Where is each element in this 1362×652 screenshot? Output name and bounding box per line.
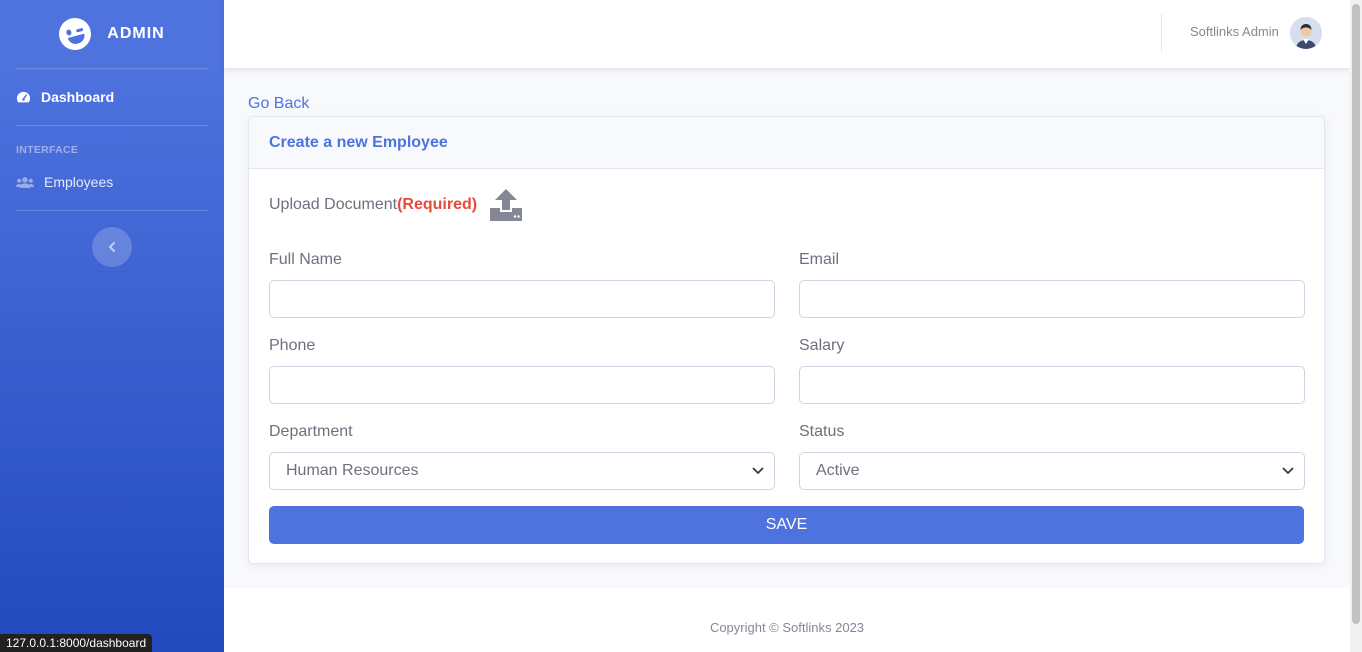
- brand-name: ADMIN: [107, 25, 165, 42]
- card-title: Create a new Employee: [249, 117, 1324, 169]
- create-employee-card: Create a new Employee Upload Document (R…: [248, 116, 1325, 564]
- salary-input[interactable]: [799, 366, 1305, 404]
- chevron-down-icon: [752, 467, 764, 474]
- sidebar-item-label: Employees: [44, 174, 114, 190]
- topbar-divider: [1161, 14, 1162, 52]
- sidebar-divider: [16, 210, 208, 211]
- browser-status-url: 127.0.0.1:8000/dashboard: [0, 634, 153, 652]
- go-back-link[interactable]: Go Back: [248, 95, 309, 113]
- phone-input[interactable]: [269, 366, 775, 404]
- full-name-input[interactable]: [269, 280, 775, 318]
- required-badge: (Required): [397, 196, 478, 213]
- upload-row: Upload Document (Required): [269, 189, 523, 221]
- sidebar-item-dashboard[interactable]: Dashboard: [0, 69, 224, 125]
- full-name-label: Full Name: [269, 251, 342, 268]
- chevron-down-icon: [1282, 467, 1294, 474]
- avatar[interactable]: [1290, 17, 1322, 49]
- department-select[interactable]: Human Resources: [269, 452, 775, 490]
- laugh-wink-icon: [55, 14, 95, 54]
- sidebar: ADMIN Dashboard INTERFACE Employees: [0, 0, 224, 652]
- scrollbar[interactable]: [1350, 0, 1362, 652]
- status-select[interactable]: Active: [799, 452, 1305, 490]
- sidebar-heading: INTERFACE: [16, 144, 79, 156]
- salary-label: Salary: [799, 337, 845, 354]
- tachometer-icon: [16, 91, 31, 102]
- sidebar-item-employees[interactable]: Employees: [0, 160, 224, 204]
- scrollbar-thumb[interactable]: [1352, 4, 1360, 624]
- sidebar-brand[interactable]: ADMIN: [0, 0, 224, 68]
- status-value: Active: [816, 462, 860, 479]
- email-label: Email: [799, 251, 840, 268]
- copyright-text: Copyright © Softlinks 2023: [709, 619, 865, 635]
- save-button[interactable]: SAVE: [269, 506, 1304, 544]
- topbar: Softlinks Admin: [224, 0, 1350, 68]
- department-label: Department: [269, 423, 353, 440]
- user-name[interactable]: Softlinks Admin: [1190, 24, 1279, 39]
- sidebar-item-label: Dashboard: [41, 89, 115, 105]
- email-input[interactable]: [799, 280, 1305, 318]
- users-icon: [16, 176, 34, 188]
- upload-icon[interactable]: [489, 189, 523, 221]
- chevron-left-icon: [108, 242, 115, 252]
- user-avatar-icon: [1290, 17, 1322, 49]
- upload-label: Upload Document: [269, 196, 398, 213]
- footer: Copyright © Softlinks 2023: [224, 588, 1350, 652]
- status-label: Status: [799, 423, 845, 440]
- department-value: Human Resources: [286, 462, 419, 479]
- phone-label: Phone: [269, 337, 316, 354]
- sidebar-toggle-button[interactable]: [92, 227, 132, 267]
